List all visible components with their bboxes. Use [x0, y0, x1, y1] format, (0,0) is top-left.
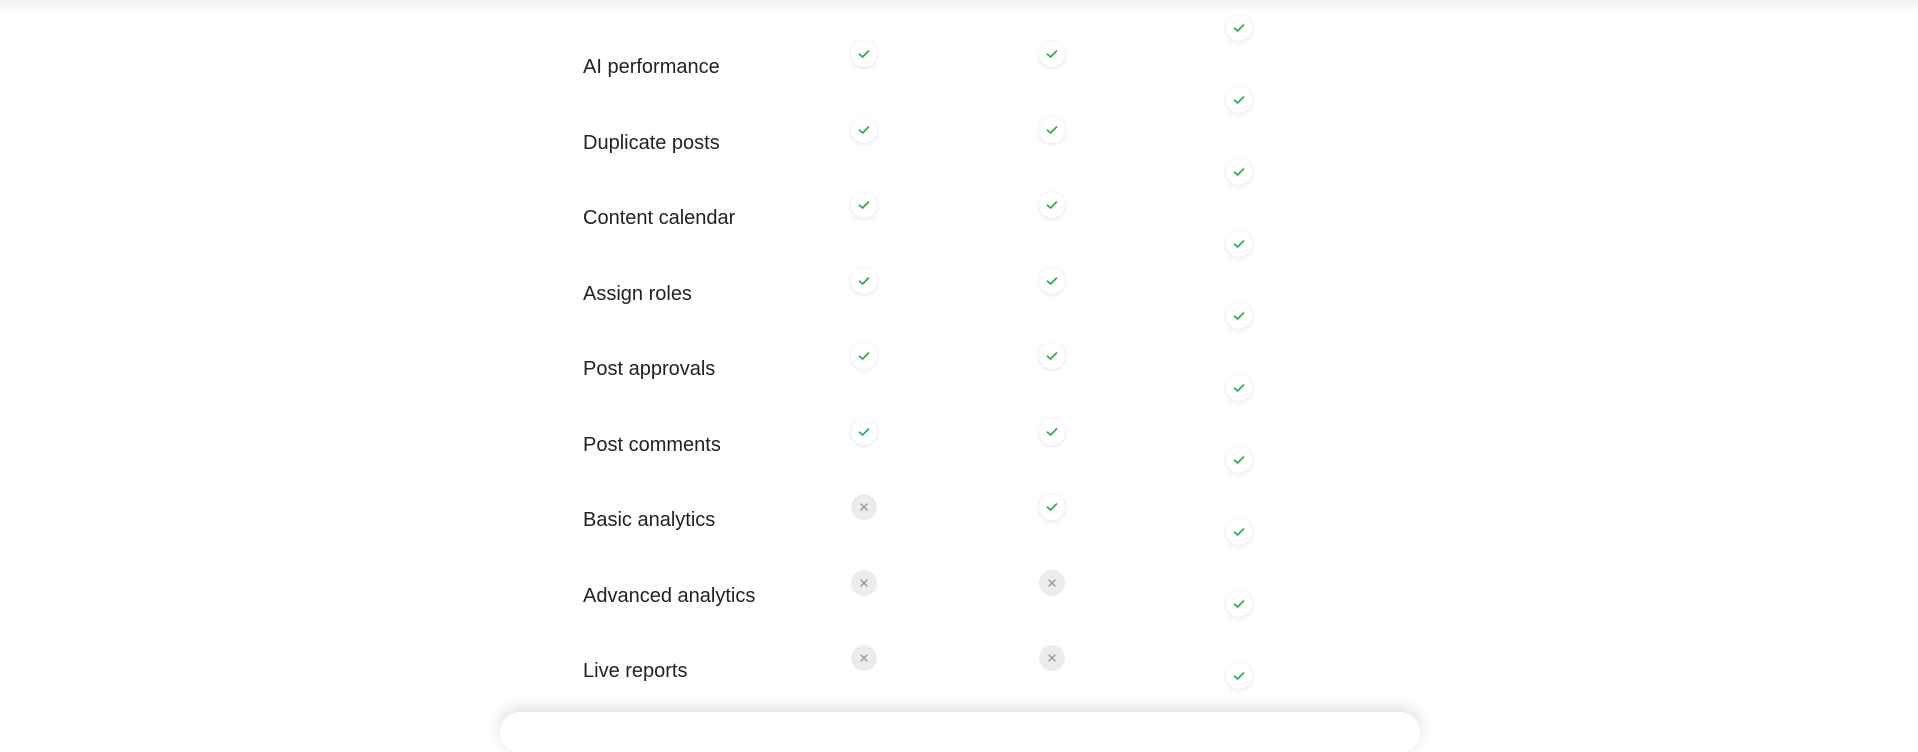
feature-label: AI performance: [583, 56, 720, 78]
feature-label: Live reports: [583, 660, 688, 682]
plan-2-cross-cell: [1039, 569, 1065, 596]
plan-3-check-cell: [1226, 519, 1252, 545]
plan-3-check-cell: [1226, 447, 1252, 473]
check-icon: [1233, 95, 1245, 105]
feature-label: Post comments: [583, 433, 721, 456]
check-icon: [858, 200, 870, 210]
check-icon: [1046, 427, 1058, 437]
check-icon: [1233, 311, 1245, 321]
plan-1-cross-cell: [851, 494, 877, 520]
cross-icon: [1047, 653, 1057, 663]
check-icon: [858, 276, 870, 286]
plan-2-check-cell: [1039, 494, 1065, 520]
check-icon: [1233, 167, 1245, 177]
plan-1-check-cell: [851, 267, 877, 294]
check-icon: [1233, 599, 1245, 609]
check-icon: [858, 427, 870, 437]
plan-2-check-cell: [1039, 116, 1065, 143]
plan-1-check-cell: [851, 343, 877, 369]
cross-icon: [1047, 578, 1057, 588]
feature-comparison-table: AI performance Duplicate posts Content cal…: [0, 0, 1918, 723]
feature-row: Live reports: [0, 633, 1918, 709]
plan-1-check-cell: [851, 41, 877, 67]
feature-row: Basic analytics: [0, 482, 1918, 558]
plan-1-cross-cell: [851, 645, 877, 671]
check-icon: [1233, 239, 1245, 249]
feature-label: Duplicate posts: [583, 131, 720, 154]
check-icon: [858, 49, 870, 59]
plan-2-check-cell: [1039, 41, 1065, 67]
check-icon: [1046, 502, 1058, 512]
check-icon: [1233, 383, 1245, 393]
check-icon: [1233, 527, 1245, 537]
check-icon: [1046, 125, 1058, 135]
plan-3-check-cell: [1226, 303, 1252, 329]
feature-label: Content calendar: [583, 207, 736, 229]
plan-2-check-cell: [1039, 418, 1065, 445]
check-icon: [858, 351, 870, 361]
plan-1-cross-cell: [851, 569, 877, 596]
plan-3-check-cell: [1226, 663, 1252, 689]
plan-1-check-cell: [851, 418, 877, 445]
feature-label: Advanced analytics: [583, 584, 756, 607]
feature-label: Basic analytics: [583, 509, 716, 531]
plan-3-check-cell: [1226, 231, 1252, 257]
check-icon: [1046, 200, 1058, 210]
feature-row: Advanced analytics: [0, 558, 1918, 634]
check-icon: [1046, 276, 1058, 286]
feature-row: Post comments: [0, 407, 1918, 483]
plan-1-check-cell: [851, 116, 877, 143]
check-icon: [1233, 455, 1245, 465]
bottom-floating-bar: [500, 712, 1420, 752]
feature-label: Post approvals: [583, 358, 716, 380]
check-icon: [1233, 671, 1245, 681]
plan-3-check-cell: [1226, 375, 1252, 401]
cross-icon: [859, 502, 869, 512]
check-icon: [858, 125, 870, 135]
feature-label: Assign roles: [583, 282, 692, 305]
cross-icon: [859, 653, 869, 663]
feature-row: Content calendar: [0, 180, 1918, 256]
plan-2-cross-cell: [1039, 645, 1065, 671]
plan-2-check-cell: [1039, 343, 1065, 369]
plan-1-check-cell: [851, 192, 877, 218]
plan-3-check-cell: [1226, 591, 1252, 617]
feature-row: Assign roles: [0, 256, 1918, 332]
feature-row: Duplicate posts: [0, 105, 1918, 181]
check-icon: [1046, 351, 1058, 361]
feature-row: Post approvals: [0, 331, 1918, 407]
check-icon: [1046, 49, 1058, 59]
cross-icon: [859, 578, 869, 588]
plan-2-check-cell: [1039, 192, 1065, 218]
feature-row: AI performance: [0, 29, 1918, 105]
plan-2-check-cell: [1039, 267, 1065, 294]
